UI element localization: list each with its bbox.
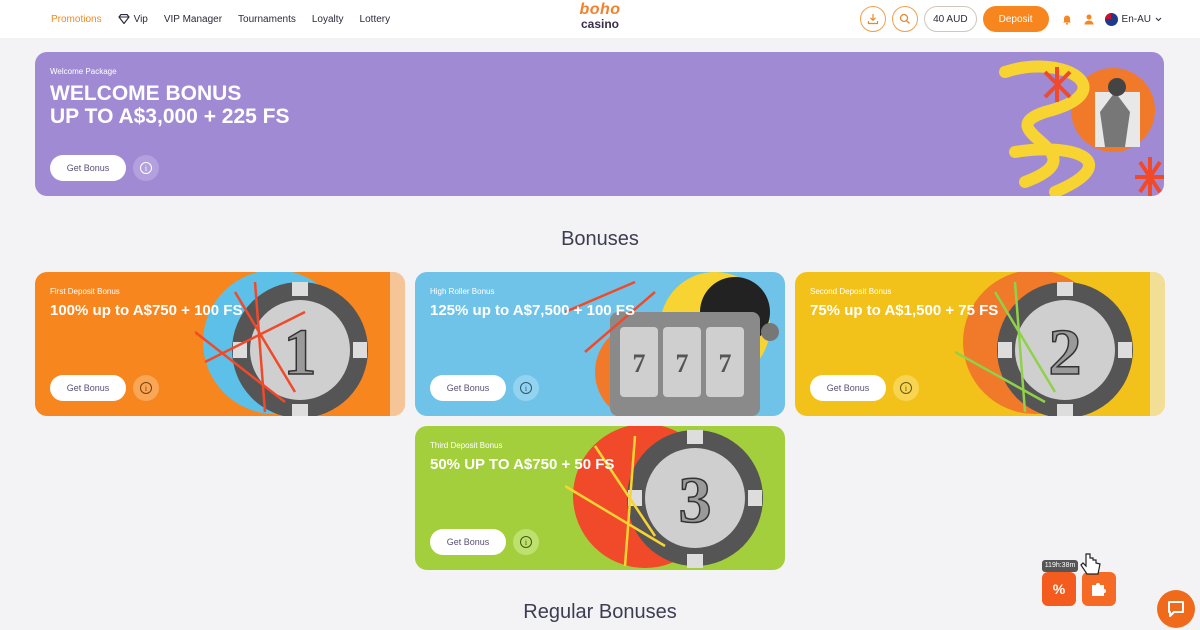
chip-number: 3 — [679, 464, 712, 537]
nav-label: Loyalty — [311, 13, 344, 25]
card-kicker: First Deposit Bonus — [50, 287, 120, 296]
info-icon: i — [140, 162, 152, 174]
balance-display[interactable]: 40 AUD — [924, 6, 977, 32]
card-headline: 50% UP TO A$750 + 50 FS — [430, 456, 615, 473]
search-icon — [899, 13, 911, 24]
nav-label: VIP Manager — [163, 13, 223, 25]
card-headline: 100% up to A$750 + 100 FS — [50, 302, 243, 319]
banner-headline-line2: UP TO A$3,000 + 225 FS — [50, 105, 290, 128]
info-button[interactable]: i — [513, 375, 539, 401]
info-button[interactable]: i — [133, 375, 159, 401]
nav-vip[interactable]: Vip — [117, 13, 148, 25]
floating-promo-widgets: % 119h:38m — [1042, 553, 1118, 608]
nav-label: Promotions — [51, 13, 102, 25]
puzzle-shape — [1092, 583, 1106, 596]
header-actions: 40 AUD Deposit En-AU — [860, 6, 1162, 32]
flag-au-icon — [1104, 12, 1118, 26]
card-kicker: Second Deposit Bonus — [810, 287, 892, 296]
section-title-bonuses: Bonuses — [561, 228, 639, 250]
download-button[interactable] — [860, 6, 887, 32]
get-bonus-button[interactable]: Get Bonus — [50, 375, 126, 401]
card-headline: 75% up to A$1,500 + 75 FS — [810, 302, 999, 319]
bell-icon[interactable] — [1061, 13, 1073, 25]
chip-number: 2 — [1049, 316, 1082, 389]
svg-text:7: 7 — [633, 349, 646, 378]
nav-lottery[interactable]: Lottery — [360, 14, 391, 25]
slot-machine-illustration: 7 7 7 — [565, 272, 779, 416]
get-bonus-button[interactable]: Get Bonus — [810, 375, 886, 401]
get-bonus-button[interactable]: Get Bonus — [430, 529, 506, 555]
banner-kicker: Welcome Package — [50, 67, 117, 76]
info-button[interactable]: i — [893, 375, 919, 401]
logo-text-bottom: casino — [580, 17, 619, 31]
chevron-down-icon — [1155, 17, 1162, 21]
nav-tournaments[interactable]: Tournaments — [238, 14, 296, 25]
chip-number: 1 — [284, 316, 317, 389]
boho-casino-logo[interactable]: boho casino — [574, 2, 626, 34]
percent-flame-icon[interactable]: % — [1042, 572, 1076, 606]
bonus-card-third-deposit: 3 Third Deposit Bonus 50% UP TO A$750 + … — [415, 426, 785, 570]
language-label: En-AU — [1121, 13, 1151, 25]
poker-chip-3-illustration: 3 — [565, 426, 763, 568]
banner-headline-line1: WELCOME BONUS — [50, 82, 242, 105]
nav-loyalty[interactable]: Loyalty — [312, 14, 344, 25]
deposit-button[interactable]: Deposit — [982, 6, 1049, 32]
hand-cursor-icon — [1080, 553, 1101, 575]
promo-timer: 119h:38m — [1042, 560, 1078, 572]
diamond-icon — [117, 14, 130, 24]
card-headline: 125% up to A$7,500 + 100 FS — [430, 302, 635, 319]
poker-chip-2-illustration: 2 — [955, 272, 1165, 416]
get-bonus-button[interactable]: Get Bonus — [50, 155, 126, 181]
chat-button[interactable] — [1157, 590, 1195, 628]
info-icon: i — [140, 382, 152, 394]
info-icon: i — [520, 382, 532, 394]
section-title-regular-bonuses: Regular Bonuses — [523, 601, 677, 623]
card-kicker: High Roller Bonus — [430, 287, 495, 296]
nav-vip-manager[interactable]: VIP Manager — [164, 14, 222, 25]
card-kicker: Third Deposit Bonus — [430, 441, 503, 450]
welcome-banner: Welcome Package WELCOME BONUS UP TO A$3,… — [35, 52, 1164, 196]
poker-chip-1-illustration: 1 — [195, 272, 405, 416]
nav-label: Tournaments — [238, 13, 296, 25]
banner-illustration — [999, 60, 1164, 196]
nav-promotions[interactable]: Promotions — [51, 14, 102, 25]
bonus-card-high-roller: 7 7 7 High Roller Bonus 125% up to A$7,5… — [415, 272, 785, 416]
info-icon: i — [900, 382, 912, 394]
svg-text:7: 7 — [676, 349, 689, 378]
user-icon[interactable] — [1083, 13, 1095, 25]
logo-text-top: boho — [579, 1, 621, 18]
nav-label: Lottery — [359, 13, 391, 25]
info-icon: i — [520, 536, 532, 548]
info-button[interactable]: i — [133, 155, 159, 181]
top-header: Promotions Vip VIP Manager Tournaments L… — [0, 0, 1200, 38]
get-bonus-button[interactable]: Get Bonus — [430, 375, 506, 401]
search-button[interactable] — [892, 6, 919, 32]
info-button[interactable]: i — [513, 529, 539, 555]
banner-headline: WELCOME BONUS UP TO A$3,000 + 225 FS — [50, 82, 470, 128]
svg-text:7: 7 — [719, 349, 732, 378]
nav-label: Vip — [133, 13, 148, 25]
bonus-card-first-deposit: 1 First Deposit Bonus 100% up to A$750 +… — [35, 272, 405, 416]
download-icon — [867, 14, 879, 25]
main-nav: Promotions Vip VIP Manager Tournaments L… — [51, 0, 406, 38]
bonus-card-second-deposit: 2 Second Deposit Bonus 75% up to A$1,500… — [795, 272, 1165, 416]
language-selector[interactable]: En-AU — [1104, 12, 1162, 26]
chat-icon — [1168, 601, 1184, 617]
